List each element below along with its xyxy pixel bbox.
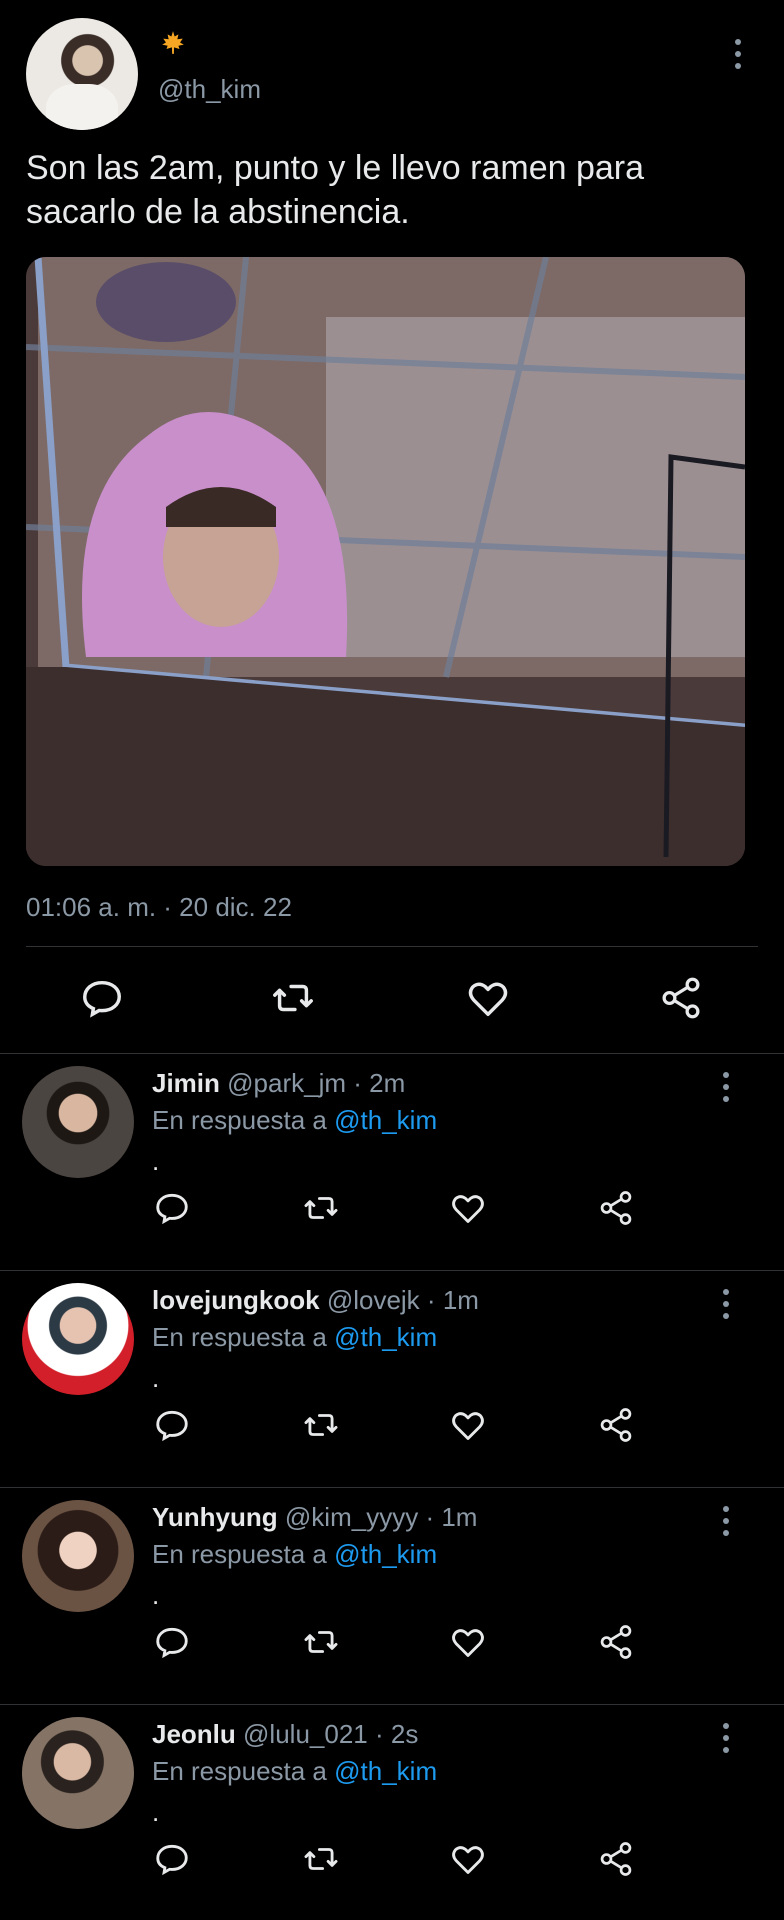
reply-item[interactable]: Yunhyung @kim_yyyy · 1m En respuesta a @… (0, 1487, 784, 1704)
reply-item[interactable]: Jeonlu @lulu_021 · 2s En respuesta a @th… (0, 1704, 784, 1920)
reply-author-name[interactable]: Jimin (152, 1068, 220, 1098)
reply-author-handle[interactable]: @lovejk (327, 1285, 420, 1315)
replying-to: En respuesta a @th_kim (152, 1105, 437, 1136)
author-avatar[interactable] (26, 18, 138, 130)
reply-icon (156, 1193, 188, 1225)
share-icon (600, 1408, 632, 1442)
reply-author-handle[interactable]: @kim_yyyy (285, 1502, 418, 1532)
replying-to: En respuesta a @th_kim (152, 1756, 437, 1787)
more-vertical-icon[interactable] (714, 1504, 738, 1538)
tweet-action-bar (0, 975, 784, 1029)
share-button[interactable] (597, 1623, 635, 1661)
reply-author-handle[interactable]: @park_jm (227, 1068, 346, 1098)
replying-to-prefix: En respuesta a (152, 1105, 327, 1135)
tweet-photo[interactable] (26, 257, 745, 866)
share-button[interactable] (658, 975, 704, 1021)
replying-to: En respuesta a @th_kim (152, 1322, 437, 1353)
like-button[interactable] (465, 975, 511, 1021)
reply-time: 2s (390, 1719, 419, 1749)
retweet-icon (304, 1197, 338, 1219)
separator-dot: · (374, 1719, 384, 1749)
more-vertical-icon[interactable] (714, 1721, 738, 1755)
like-icon (452, 1846, 484, 1874)
separator-dot: · (426, 1285, 436, 1315)
reply-text: . (152, 1797, 160, 1827)
reply-avatar[interactable] (22, 1500, 134, 1612)
reply-avatar[interactable] (22, 1066, 134, 1178)
like-button[interactable] (449, 1189, 487, 1227)
reply-author-name[interactable]: lovejungkook (152, 1285, 320, 1315)
retweet-button[interactable] (270, 975, 316, 1021)
separator-dot: · (353, 1068, 362, 1098)
share-button[interactable] (597, 1189, 635, 1227)
reply-author-handle[interactable]: @lulu_021 (243, 1719, 368, 1749)
reply-author-name[interactable]: Yunhyung (152, 1502, 278, 1532)
reply-avatar[interactable] (22, 1717, 134, 1829)
tweet-timestamp: 01:06 a. m. · 20 dic. 22 (26, 892, 292, 922)
reply-button[interactable] (153, 1189, 191, 1227)
reply-text: . (152, 1146, 160, 1176)
reply-button[interactable] (153, 1623, 191, 1661)
like-button[interactable] (449, 1406, 487, 1444)
reply-button[interactable] (153, 1840, 191, 1878)
retweet-button[interactable] (302, 1623, 340, 1661)
like-button[interactable] (449, 1840, 487, 1878)
retweet-icon (304, 1848, 338, 1870)
reply-header: Jeonlu @lulu_021 · 2s (152, 1719, 418, 1750)
retweet-icon (304, 1414, 338, 1436)
retweet-button[interactable] (302, 1840, 340, 1878)
share-button[interactable] (597, 1406, 635, 1444)
reply-author-name[interactable]: Jeonlu (152, 1719, 236, 1749)
reply-button[interactable] (79, 975, 125, 1021)
reply-time: 1m (442, 1285, 479, 1315)
reply-header: lovejungkook @lovejk · 1m (152, 1285, 479, 1316)
retweet-icon (273, 984, 313, 1012)
replying-to-mention[interactable]: @th_kim (334, 1539, 437, 1569)
like-icon (452, 1629, 484, 1657)
replying-to-mention[interactable]: @th_kim (334, 1322, 437, 1352)
reply-text: . (152, 1363, 160, 1393)
like-button[interactable] (449, 1623, 487, 1661)
separator-dot: · (425, 1502, 435, 1532)
reply-icon (83, 980, 121, 1018)
maple-leaf-icon (162, 31, 184, 54)
reply-text: . (152, 1580, 160, 1610)
share-icon (600, 1191, 632, 1225)
reply-icon (156, 1844, 188, 1876)
share-button[interactable] (597, 1840, 635, 1878)
reply-icon (156, 1627, 188, 1659)
replying-to-prefix: En respuesta a (152, 1756, 327, 1786)
author-handle[interactable]: @th_kim (158, 74, 261, 105)
reply-header: Yunhyung @kim_yyyy · 1m (152, 1502, 477, 1533)
more-vertical-icon[interactable] (714, 1287, 738, 1321)
more-vertical-icon[interactable] (726, 36, 750, 72)
like-icon (452, 1195, 484, 1223)
like-icon (452, 1412, 484, 1440)
more-vertical-icon[interactable] (714, 1070, 738, 1104)
reply-item[interactable]: Jimin @park_jm · 2m En respuesta a @th_k… (0, 1053, 784, 1270)
tweet-text: Son las 2am, punto y le llevo ramen para… (26, 149, 645, 231)
reply-icon (156, 1410, 188, 1442)
replying-to: En respuesta a @th_kim (152, 1539, 437, 1570)
retweet-button[interactable] (302, 1189, 340, 1227)
replying-to-mention[interactable]: @th_kim (334, 1756, 437, 1786)
reply-item[interactable]: lovejungkook @lovejk · 1m En respuesta a… (0, 1270, 784, 1487)
reply-avatar[interactable] (22, 1283, 134, 1395)
share-icon (600, 1842, 632, 1876)
replying-to-prefix: En respuesta a (152, 1322, 327, 1352)
share-icon (662, 977, 700, 1019)
retweet-icon (304, 1631, 338, 1653)
like-icon (468, 982, 508, 1017)
reply-time: 2m (369, 1068, 406, 1098)
reply-button[interactable] (153, 1406, 191, 1444)
replying-to-prefix: En respuesta a (152, 1539, 327, 1569)
share-icon (600, 1625, 632, 1659)
retweet-button[interactable] (302, 1406, 340, 1444)
reply-time: 1m (441, 1502, 478, 1532)
reply-header: Jimin @park_jm · 2m (152, 1068, 405, 1099)
replying-to-mention[interactable]: @th_kim (334, 1105, 437, 1135)
divider (26, 946, 758, 947)
